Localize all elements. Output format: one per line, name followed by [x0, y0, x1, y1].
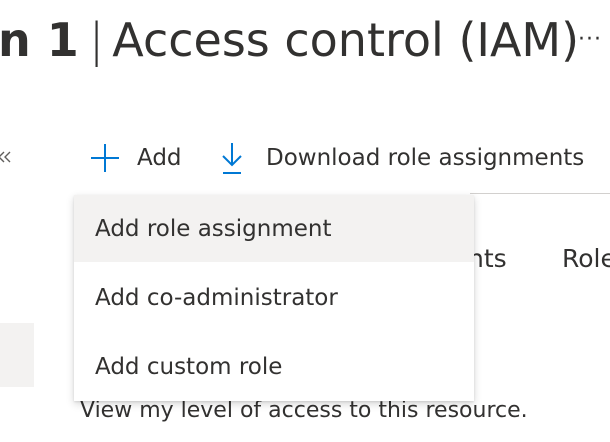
menu-item-add-co-administrator[interactable]: Add co-administrator [74, 264, 474, 331]
page-title-separator: | [88, 13, 105, 67]
download-icon [218, 140, 266, 176]
tab-roles[interactable]: Role [562, 244, 610, 273]
add-button-label: Add [137, 145, 182, 171]
download-role-assignments-button[interactable]: Download role assignments [218, 136, 584, 180]
toolbar-divider [470, 193, 610, 194]
plus-icon [88, 141, 137, 175]
add-button[interactable]: Add [88, 136, 182, 180]
view-access-text: View my level of access to this resource… [80, 398, 528, 423]
left-panel-box [0, 323, 34, 387]
more-options-button[interactable]: ··· [578, 20, 610, 60]
page-title-resource: n 1 [0, 13, 79, 67]
download-button-label: Download role assignments [266, 145, 585, 171]
page-title-blade: Access control (IAM) [112, 13, 580, 67]
page-title: n 1 | Access control (IAM) [0, 8, 579, 72]
double-chevron-left-icon[interactable] [0, 144, 14, 170]
menu-item-add-custom-role[interactable]: Add custom role [74, 333, 474, 400]
menu-item-add-role-assignment[interactable]: Add role assignment [74, 195, 474, 262]
add-dropdown-menu: Add role assignment Add co-administrator… [74, 195, 474, 401]
